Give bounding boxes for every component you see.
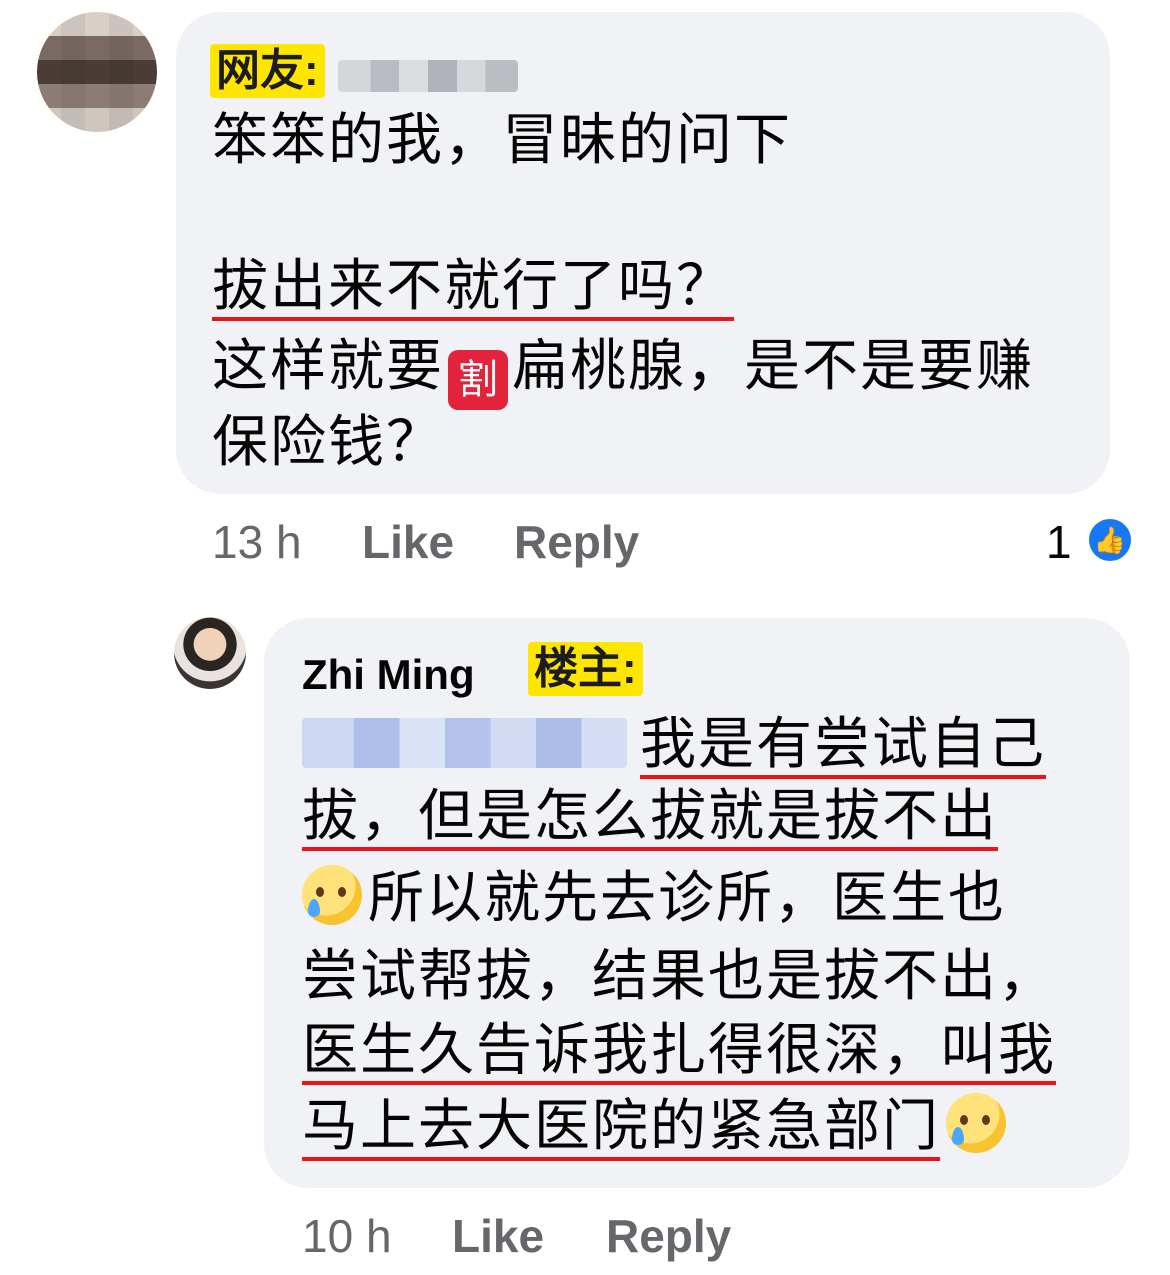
reply-button[interactable]: Reply xyxy=(514,514,639,570)
comment-time[interactable]: 13 h xyxy=(212,514,302,570)
reply-time[interactable]: 10 h xyxy=(302,1208,392,1264)
mentioned-user-blurred[interactable] xyxy=(302,718,627,768)
like-button[interactable]: Like xyxy=(362,514,454,570)
reaction-count[interactable]: 1 xyxy=(1046,514,1072,570)
comment-text-line: 拔出来不就行了吗？ xyxy=(212,250,734,322)
commenter-avatar[interactable] xyxy=(37,12,157,132)
comment-text-segment: 这样就要 xyxy=(212,334,444,397)
underlined-text: 医生久告诉我扎得很深，叫我 xyxy=(302,1018,1056,1085)
like-button[interactable]: Like xyxy=(452,1208,544,1264)
underlined-text: 马上去大医院的紧急部门 xyxy=(302,1094,940,1161)
author-name[interactable]: Zhi Ming xyxy=(302,648,475,702)
comment-text-line: 笨笨的我，冒昧的问下 xyxy=(212,108,792,171)
reply-text-line: 所以就先去诊所，医生也 xyxy=(302,862,1006,934)
commenter-tag: 网友: xyxy=(210,44,325,98)
reply-text-line: 尝试帮拔，结果也是拔不出， xyxy=(302,944,1056,1007)
crying-face-icon xyxy=(946,1093,1006,1153)
cut-emoji-icon: 割 xyxy=(448,350,508,410)
underlined-text: 我是有尝试自己 xyxy=(640,712,1046,779)
author-tag: 楼主: xyxy=(528,642,643,696)
comment-text-line: 这样就要割扁桃腺，是不是要赚 xyxy=(212,330,1034,410)
blurred-commenter-name xyxy=(338,60,518,92)
thumbs-up-icon[interactable]: 👍 xyxy=(1086,516,1134,564)
reply-text-line: 我是有尝试自己 xyxy=(640,708,1046,780)
reply-text-line: 医生久告诉我扎得很深，叫我 xyxy=(302,1014,1056,1086)
reply-text-line: 拔，但是怎么拔就是拔不出 xyxy=(302,780,998,852)
comment-text-line: 保险钱？ xyxy=(212,410,444,473)
underlined-text: 拔出来不就行了吗？ xyxy=(212,254,734,321)
comment-text-segment: 扁桃腺，是不是要赚 xyxy=(512,334,1034,397)
reply-text-segment: 所以就先去诊所，医生也 xyxy=(368,866,1006,929)
crying-face-icon xyxy=(302,865,362,925)
reply-text-line: 马上去大医院的紧急部门 xyxy=(302,1090,1012,1162)
underlined-text: 拔，但是怎么拔就是拔不出 xyxy=(302,784,998,851)
reply-button[interactable]: Reply xyxy=(606,1208,731,1264)
author-avatar[interactable] xyxy=(174,617,246,689)
